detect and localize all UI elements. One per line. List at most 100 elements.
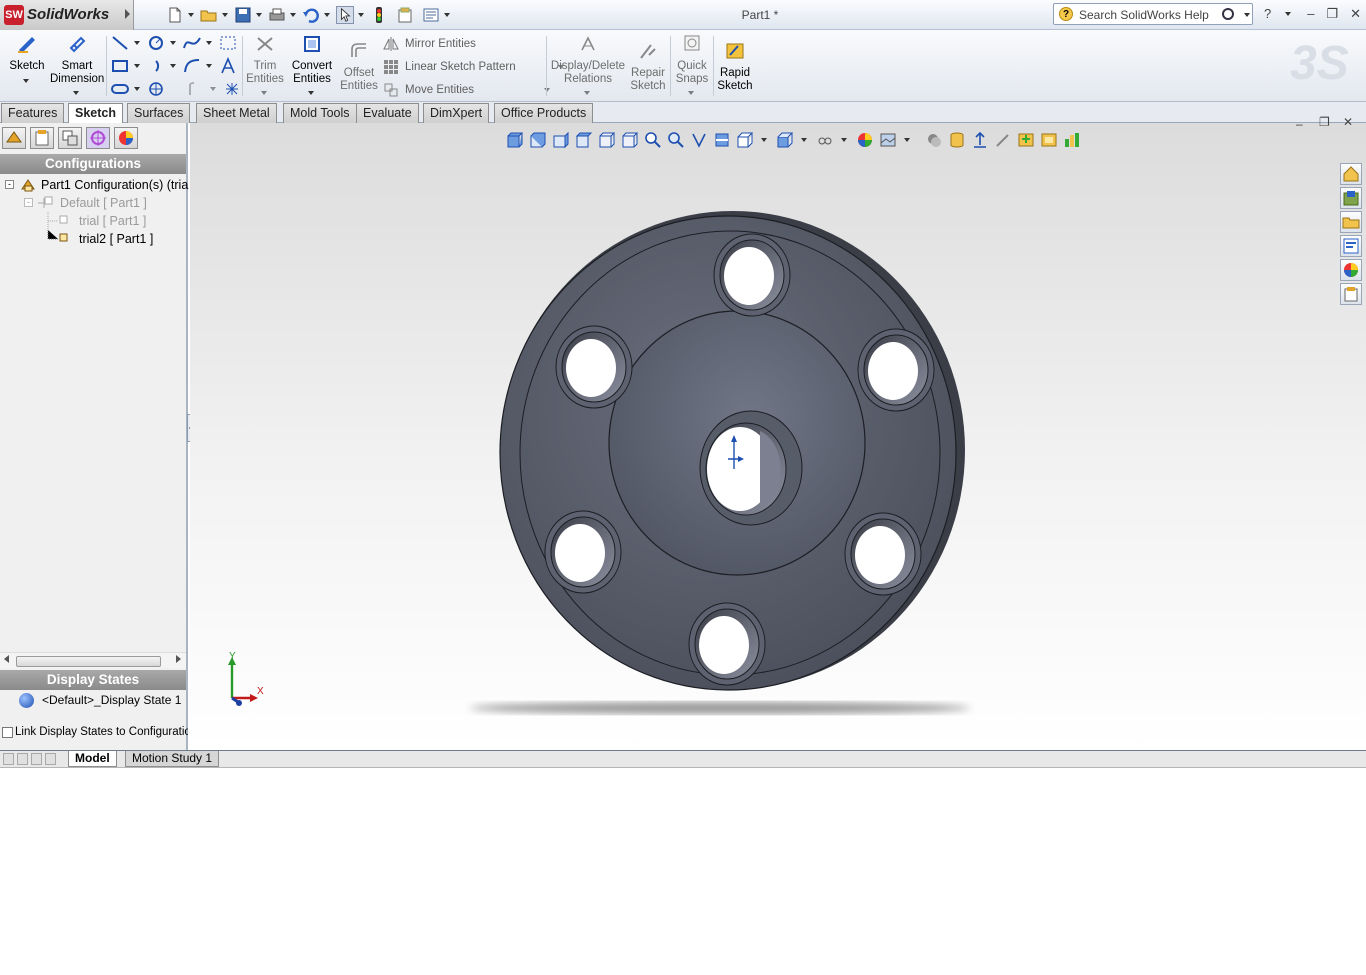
configuration-manager-tab-icon[interactable] bbox=[58, 127, 82, 149]
help-search-box[interactable]: ? Search SolidWorks Help bbox=[1053, 3, 1253, 25]
help-dropdown-icon[interactable] bbox=[1285, 12, 1292, 16]
point-icon[interactable] bbox=[222, 80, 242, 98]
select-icon[interactable] bbox=[336, 6, 354, 24]
line-icon[interactable] bbox=[110, 34, 130, 52]
circle-icon[interactable] bbox=[146, 34, 166, 52]
open-icon[interactable] bbox=[200, 6, 218, 24]
section-view-icon[interactable] bbox=[713, 131, 731, 149]
back-view-icon[interactable] bbox=[529, 131, 547, 149]
convert-entities-button[interactable]: Convert Entities bbox=[289, 34, 335, 99]
viewport-close-icon[interactable]: ✕ bbox=[1343, 115, 1353, 129]
restore-icon[interactable]: ❐ bbox=[1326, 6, 1338, 22]
solidworks-menu-button[interactable]: SW SolidWorks bbox=[0, 0, 134, 30]
rapid-sketch-button[interactable]: Rapid Sketch bbox=[716, 41, 754, 93]
scroll-right-icon[interactable] bbox=[176, 655, 181, 663]
view-orientation-dropdown-icon[interactable] bbox=[761, 138, 767, 142]
circle-dropdown-icon[interactable] bbox=[170, 41, 176, 45]
rectangle-dropdown-icon[interactable] bbox=[134, 64, 140, 68]
first-tab-icon[interactable] bbox=[3, 753, 14, 765]
file-explorer-icon[interactable] bbox=[1040, 131, 1058, 149]
search-icon[interactable] bbox=[1222, 8, 1234, 20]
options-icon[interactable] bbox=[422, 6, 440, 24]
open-dropdown-icon[interactable] bbox=[222, 13, 228, 17]
file-explorer-pane-icon[interactable] bbox=[1340, 211, 1362, 233]
save-dropdown-icon[interactable] bbox=[256, 13, 262, 17]
rebuild-icon[interactable] bbox=[370, 6, 388, 24]
move-entities-button[interactable]: Move Entities bbox=[383, 82, 554, 98]
search-input[interactable]: Search SolidWorks Help bbox=[1079, 8, 1209, 22]
fillet-dropdown-icon[interactable] bbox=[206, 64, 212, 68]
tab-office-products[interactable]: Office Products bbox=[494, 103, 594, 123]
mirror-entities-button[interactable]: Mirror Entities bbox=[383, 36, 476, 52]
left-view-icon[interactable] bbox=[552, 131, 570, 149]
display-style-icon[interactable] bbox=[776, 131, 794, 149]
property-manager-tab-icon[interactable] bbox=[30, 127, 54, 149]
front-view-icon[interactable] bbox=[506, 131, 524, 149]
rectangle-icon[interactable] bbox=[110, 57, 130, 75]
zoom-to-fit-icon[interactable] bbox=[644, 131, 662, 149]
perspective-icon[interactable] bbox=[948, 131, 966, 149]
text-icon[interactable] bbox=[218, 57, 238, 75]
bottom-tab-motion-study-1[interactable]: Motion Study 1 bbox=[125, 751, 220, 767]
file-properties-icon[interactable] bbox=[396, 6, 414, 24]
print-icon[interactable] bbox=[268, 6, 286, 24]
undo-icon[interactable] bbox=[302, 6, 320, 24]
graphics-area[interactable]: – ❐ ✕ Y X bbox=[190, 115, 1366, 750]
undo-dropdown-icon[interactable] bbox=[324, 13, 330, 17]
apply-scene-dropdown-icon[interactable] bbox=[904, 138, 910, 142]
part-flange-model[interactable] bbox=[440, 203, 980, 723]
arc-dropdown-icon[interactable] bbox=[170, 64, 176, 68]
design-library-icon[interactable] bbox=[1340, 187, 1362, 209]
view-palette-icon[interactable] bbox=[1340, 235, 1362, 257]
tab-sheet-metal[interactable]: Sheet Metal bbox=[196, 103, 277, 123]
quick-snaps-button[interactable]: Quick Snaps bbox=[673, 34, 711, 99]
link-display-states-row[interactable]: Link Display States to Configuration bbox=[0, 724, 188, 742]
slot-dropdown-icon[interactable] bbox=[134, 87, 140, 91]
print-dropdown-icon[interactable] bbox=[290, 13, 296, 17]
right-view-icon[interactable] bbox=[575, 131, 593, 149]
display-delete-relations-button[interactable]: Display/Delete Relations bbox=[550, 34, 626, 99]
trim-entities-button[interactable]: Trim Entities bbox=[244, 34, 286, 99]
feature-manager-tab-icon[interactable] bbox=[2, 127, 26, 149]
appearances-scenes-icon[interactable] bbox=[1340, 259, 1362, 281]
trim-dropdown-icon[interactable] bbox=[261, 91, 267, 95]
arc-icon[interactable] bbox=[146, 57, 166, 75]
close-icon[interactable]: ✕ bbox=[1350, 6, 1361, 22]
insert-component-icon[interactable] bbox=[1017, 131, 1035, 149]
construction-geometry-icon[interactable] bbox=[218, 34, 238, 52]
new-dropdown-icon[interactable] bbox=[188, 13, 194, 17]
hide-show-items-icon[interactable] bbox=[816, 131, 834, 149]
link-display-states-checkbox[interactable] bbox=[2, 727, 13, 738]
tab-dimxpert[interactable]: DimXpert bbox=[423, 103, 490, 123]
tab-features[interactable]: Features bbox=[1, 103, 65, 123]
menu-expand-arrow-icon[interactable] bbox=[125, 9, 130, 19]
bottom-tab-model[interactable]: Model bbox=[68, 751, 117, 767]
sketch-tool-icon[interactable] bbox=[994, 131, 1012, 149]
sketch-fillet-icon[interactable] bbox=[182, 57, 202, 75]
line-dropdown-icon[interactable] bbox=[134, 41, 140, 45]
sketch-dropdown-icon[interactable] bbox=[23, 79, 29, 83]
offset-entities-button[interactable]: Offset Entities bbox=[338, 41, 380, 93]
help-icon[interactable]: ? bbox=[1264, 6, 1271, 22]
previous-view-icon[interactable] bbox=[690, 131, 708, 149]
display-manager-tab-icon[interactable] bbox=[114, 127, 138, 149]
measure-icon[interactable] bbox=[971, 131, 989, 149]
sketch-button[interactable]: Sketch bbox=[8, 34, 46, 87]
search-dropdown-icon[interactable] bbox=[1244, 13, 1250, 17]
dimxpert-manager-tab-icon[interactable] bbox=[86, 127, 110, 149]
bottom-view-icon[interactable] bbox=[621, 131, 639, 149]
viewport-minimize-icon[interactable]: – bbox=[1296, 117, 1303, 131]
convert-dropdown-icon[interactable] bbox=[308, 91, 314, 95]
evaluate-icon[interactable] bbox=[1063, 131, 1081, 149]
custom-properties-icon[interactable] bbox=[1340, 283, 1362, 305]
polygon-icon[interactable] bbox=[146, 80, 166, 98]
edit-appearance-icon[interactable] bbox=[856, 131, 874, 149]
tab-mold-tools[interactable]: Mold Tools bbox=[283, 103, 357, 123]
tab-sketch[interactable]: Sketch bbox=[68, 103, 123, 124]
smart-dimension-button[interactable]: Smart Dimension bbox=[50, 34, 104, 99]
top-view-icon[interactable] bbox=[598, 131, 616, 149]
view-orientation-icon[interactable] bbox=[736, 131, 754, 149]
slot-icon[interactable] bbox=[110, 80, 130, 98]
previous-tab-icon[interactable] bbox=[17, 753, 28, 765]
tab-evaluate[interactable]: Evaluate bbox=[356, 103, 419, 123]
